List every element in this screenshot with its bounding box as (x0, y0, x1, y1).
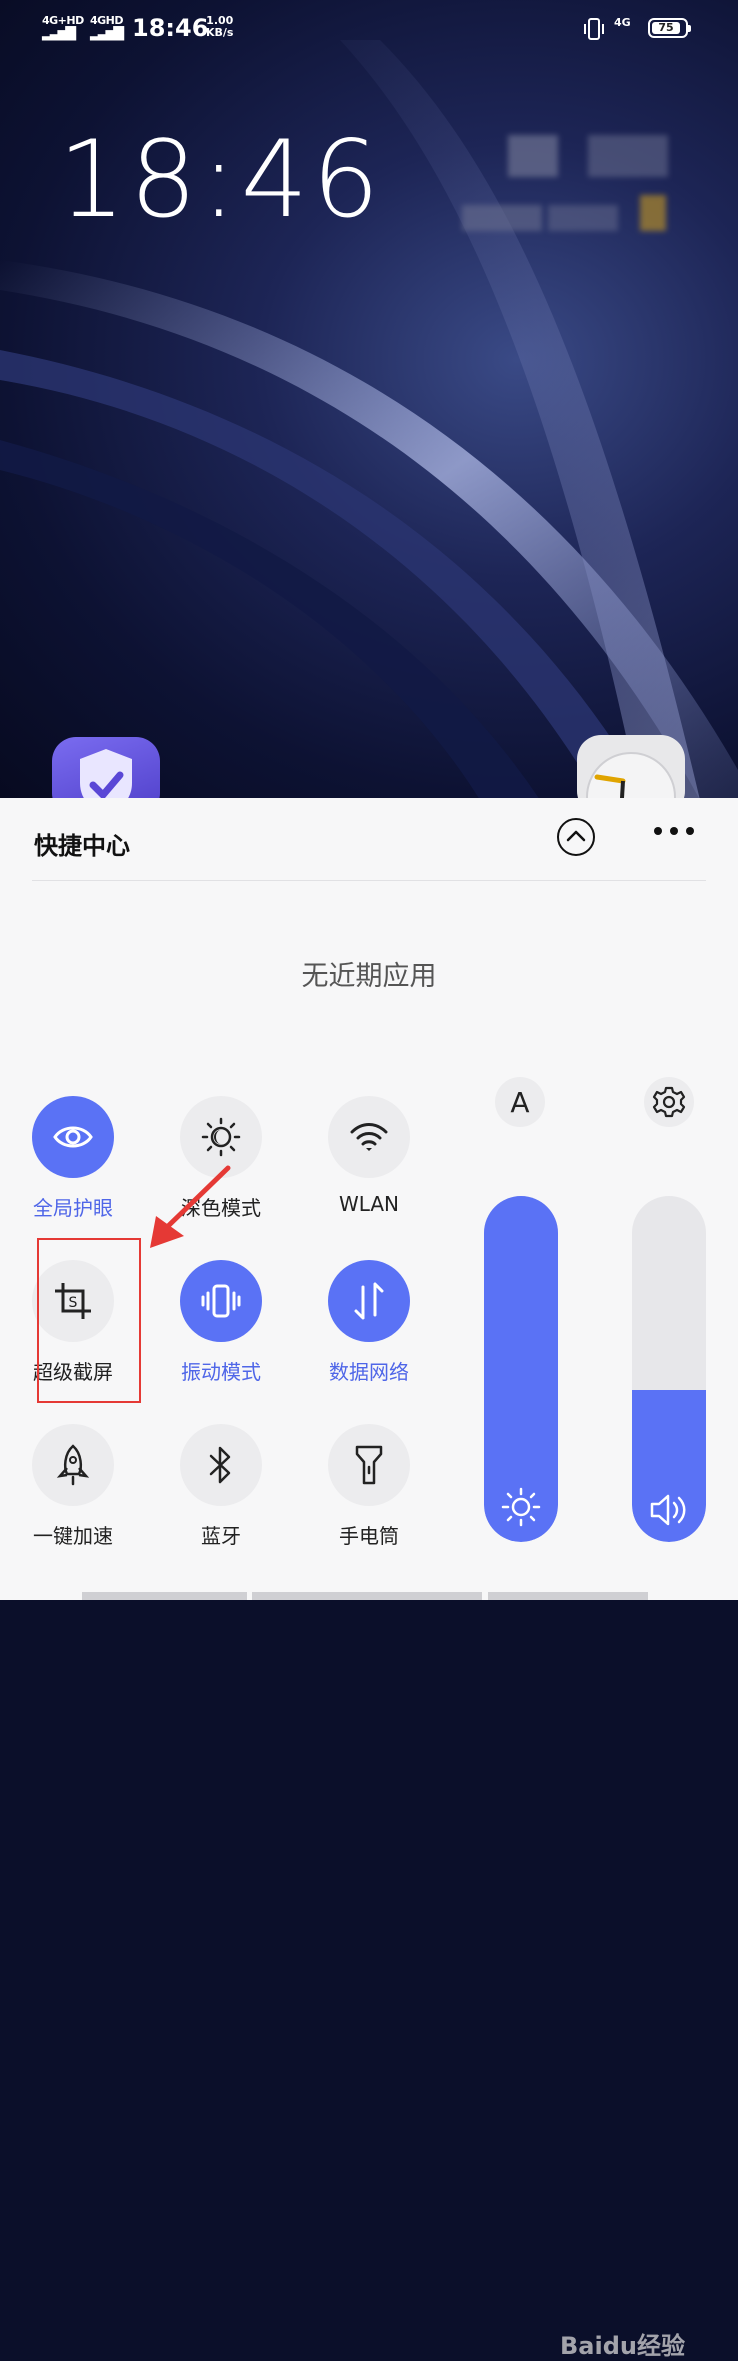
tile-label: 全局护眼 (33, 1196, 113, 1220)
flashlight-icon (355, 1445, 383, 1485)
tile-label: 振动模式 (181, 1360, 261, 1384)
tile-label: WLAN (338, 1192, 400, 1216)
more-options-button[interactable] (652, 820, 702, 850)
volume-slider[interactable] (632, 1196, 706, 1542)
rocket-icon (56, 1444, 90, 1486)
eye-icon (53, 1126, 93, 1148)
tile-mobile-data[interactable]: 数据网络 (309, 1260, 429, 1385)
collapse-button[interactable] (557, 818, 595, 856)
no-recent-apps-text: 无近期应用 (301, 961, 437, 992)
tile-label: 一键加速 (33, 1524, 113, 1548)
tile-wlan[interactable]: WLAN (309, 1096, 429, 1216)
dark-mode-icon (201, 1117, 241, 1157)
volume-icon (650, 1494, 686, 1526)
divider (32, 880, 706, 881)
tile-bluetooth[interactable]: 蓝牙 (161, 1424, 281, 1549)
bluetooth-icon (209, 1446, 231, 1484)
tile-label: 数据网络 (329, 1360, 409, 1384)
auto-brightness-label: A (510, 1085, 530, 1119)
vibrate-icon (201, 1284, 241, 1318)
bottom-indicator (82, 1592, 247, 1600)
tile-one-key-boost[interactable]: 一键加速 (13, 1424, 133, 1549)
auto-brightness-button[interactable]: A (495, 1077, 545, 1127)
chevron-up-icon (566, 830, 586, 842)
bottom-indicator (252, 1592, 482, 1600)
panel-title: 快捷中心 (34, 832, 130, 860)
tile-vibrate-mode[interactable]: 振动模式 (161, 1260, 281, 1385)
signal-strength-3: 4G (614, 16, 631, 29)
vibrate-status-icon (582, 18, 606, 44)
gear-icon (652, 1086, 686, 1118)
brightness-slider[interactable] (484, 1196, 558, 1542)
status-time: 18:46 (132, 14, 209, 42)
tile-flashlight[interactable]: 手电筒 (309, 1424, 429, 1549)
tile-label: 手电筒 (339, 1524, 399, 1548)
mobile-data-icon (354, 1282, 384, 1320)
watermark: Baidu经验 (560, 2332, 685, 2360)
quick-center-panel: 快捷中心 无近期应用 全局护眼 深色模式 WLAN S 超级截屏 振动模式 数据… (0, 798, 738, 2360)
more-dots-icon (654, 827, 694, 835)
network-speed: 1.00 KB/s (206, 14, 234, 39)
annotation-arrow (150, 1165, 231, 1248)
bottom-indicator (488, 1592, 648, 1600)
annotation-highlight-box (37, 1238, 141, 1403)
tile-eye-protection[interactable]: 全局护眼 (13, 1096, 133, 1221)
sun-icon (501, 1487, 541, 1527)
settings-button[interactable] (644, 1077, 694, 1127)
signal-strength-1: 4G+HD ▂▃▅▇ (42, 14, 84, 41)
wifi-icon (350, 1123, 388, 1151)
battery-icon: 75 (648, 18, 691, 38)
signal-strength-2: 4GHD ▂▃▅▇ (90, 14, 124, 41)
status-bar: 4G+HD ▂▃▅▇ 4GHD ▂▃▅▇ 18:46 1.00 KB/s 4G … (0, 0, 738, 56)
tile-label: 蓝牙 (201, 1524, 241, 1548)
lockscreen-clock: 18:46 (58, 118, 384, 241)
